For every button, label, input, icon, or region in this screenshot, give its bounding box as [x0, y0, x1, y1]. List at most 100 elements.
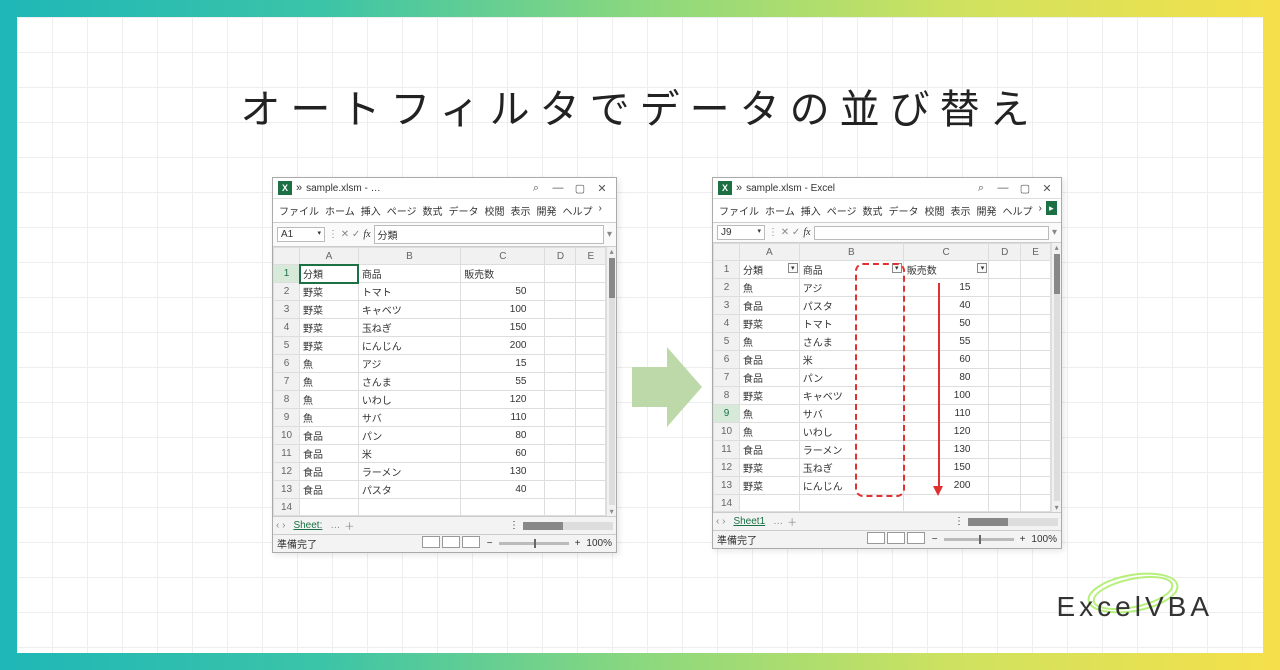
sheet-tab[interactable]: Sheet:	[289, 520, 326, 531]
cell[interactable]	[576, 337, 606, 355]
cell[interactable]	[989, 315, 1021, 333]
cell[interactable]: 100	[461, 301, 545, 319]
ribbon-tab[interactable]: ファイル	[277, 201, 321, 220]
cell[interactable]	[1020, 495, 1050, 512]
cell[interactable]: 野菜	[300, 337, 359, 355]
cell[interactable]: 魚	[740, 405, 800, 423]
ribbon-tab[interactable]: 数式	[861, 201, 885, 220]
zoom-level[interactable]: 100%	[586, 538, 612, 549]
expand-icon[interactable]: ▾	[607, 229, 612, 240]
cell[interactable]: 食品	[300, 481, 359, 499]
row-header[interactable]: 7	[274, 373, 300, 391]
minimize-button[interactable]: —	[994, 182, 1012, 194]
cell[interactable]	[545, 355, 576, 373]
row-header[interactable]: 1	[274, 265, 300, 283]
cell[interactable]	[989, 369, 1021, 387]
ribbon-tab[interactable]: 校閲	[483, 201, 507, 220]
cell[interactable]: 15	[903, 279, 989, 297]
cell[interactable]: 110	[461, 409, 545, 427]
cell[interactable]: 55	[461, 373, 545, 391]
ribbon-tab[interactable]: ホーム	[323, 201, 357, 220]
cell[interactable]: パスタ	[799, 297, 903, 315]
cell[interactable]: 60	[461, 445, 545, 463]
ribbon-tab[interactable]: ページ	[385, 201, 419, 220]
row-header[interactable]: 3	[714, 297, 740, 315]
filter-dropdown-icon[interactable]: ▾	[977, 263, 987, 273]
cell[interactable]: 商品	[358, 265, 460, 283]
cell[interactable]	[1020, 297, 1050, 315]
cell[interactable]	[545, 391, 576, 409]
column-header[interactable]: D	[989, 244, 1021, 261]
cell[interactable]: いわし	[799, 423, 903, 441]
ribbon-tab[interactable]: ホーム	[763, 201, 797, 220]
cell[interactable]: アジ	[799, 279, 903, 297]
cell[interactable]	[576, 481, 606, 499]
cell[interactable]	[1020, 405, 1050, 423]
sheet-overflow[interactable]: …	[773, 516, 783, 527]
cell[interactable]: 玉ねぎ	[799, 459, 903, 477]
cell[interactable]: 米	[799, 351, 903, 369]
cell[interactable]: 100	[903, 387, 989, 405]
select-all-corner[interactable]	[714, 244, 740, 261]
column-header[interactable]: E	[1020, 244, 1050, 261]
cell[interactable]: キャベツ	[799, 387, 903, 405]
cell[interactable]	[461, 499, 545, 516]
cell[interactable]	[1020, 369, 1050, 387]
sheet-overflow[interactable]: …	[330, 520, 340, 531]
cell[interactable]: 野菜	[740, 387, 800, 405]
cell[interactable]: 食品	[300, 427, 359, 445]
cell[interactable]: さんま	[799, 333, 903, 351]
cell[interactable]: 玉ねぎ	[358, 319, 460, 337]
cell[interactable]: 商品▾	[799, 261, 903, 279]
cell[interactable]: 130	[903, 441, 989, 459]
cell[interactable]: 200	[903, 477, 989, 495]
filter-dropdown-icon[interactable]: ▾	[892, 263, 902, 273]
cell[interactable]	[545, 373, 576, 391]
zoom-level[interactable]: 100%	[1031, 534, 1057, 545]
cell[interactable]	[576, 265, 606, 283]
ribbon-tab[interactable]: 表示	[949, 201, 973, 220]
cell[interactable]: 150	[461, 319, 545, 337]
cell[interactable]	[576, 373, 606, 391]
cell[interactable]: 野菜	[300, 319, 359, 337]
cell[interactable]: 食品	[300, 463, 359, 481]
cell[interactable]: 魚	[740, 423, 800, 441]
sheet-tab[interactable]: Sheet1	[729, 516, 769, 527]
row-header[interactable]: 6	[274, 355, 300, 373]
zoom-slider[interactable]	[499, 542, 569, 545]
cell[interactable]	[358, 499, 460, 516]
worksheet-grid[interactable]: ABCDE1分類商品販売数2野菜トマト503野菜キャベツ1004野菜玉ねぎ150…	[273, 247, 606, 516]
cell[interactable]: 食品	[300, 445, 359, 463]
cell[interactable]	[545, 319, 576, 337]
cell[interactable]	[545, 499, 576, 516]
row-header[interactable]: 10	[274, 427, 300, 445]
cell[interactable]: パン	[358, 427, 460, 445]
cell[interactable]: 食品	[740, 441, 800, 459]
cell[interactable]: にんじん	[358, 337, 460, 355]
ribbon-tab[interactable]: 校閲	[923, 201, 947, 220]
add-sheet-button[interactable]: ＋	[787, 514, 797, 529]
cell[interactable]	[989, 387, 1021, 405]
row-header[interactable]: 14	[714, 495, 740, 512]
cell[interactable]	[576, 427, 606, 445]
cell[interactable]	[1020, 423, 1050, 441]
row-header[interactable]: 1	[714, 261, 740, 279]
row-header[interactable]: 12	[274, 463, 300, 481]
ribbon-tab[interactable]: ページ	[825, 201, 859, 220]
sheet-nav[interactable]: ‹ ›	[716, 516, 725, 527]
cell[interactable]: 販売数▾	[903, 261, 989, 279]
cell[interactable]	[1020, 279, 1050, 297]
cell[interactable]	[576, 283, 606, 301]
close-button[interactable]: ✕	[593, 182, 611, 195]
column-header[interactable]: B	[358, 248, 460, 265]
cell[interactable]: 分類▾	[740, 261, 800, 279]
minimize-button[interactable]: —	[549, 182, 567, 194]
row-header[interactable]: 11	[274, 445, 300, 463]
cell[interactable]	[545, 463, 576, 481]
row-header[interactable]: 11	[714, 441, 740, 459]
cell[interactable]: パン	[799, 369, 903, 387]
row-header[interactable]: 13	[274, 481, 300, 499]
cell[interactable]: にんじん	[799, 477, 903, 495]
cell[interactable]	[545, 283, 576, 301]
horizontal-scrollbar[interactable]	[523, 522, 613, 530]
